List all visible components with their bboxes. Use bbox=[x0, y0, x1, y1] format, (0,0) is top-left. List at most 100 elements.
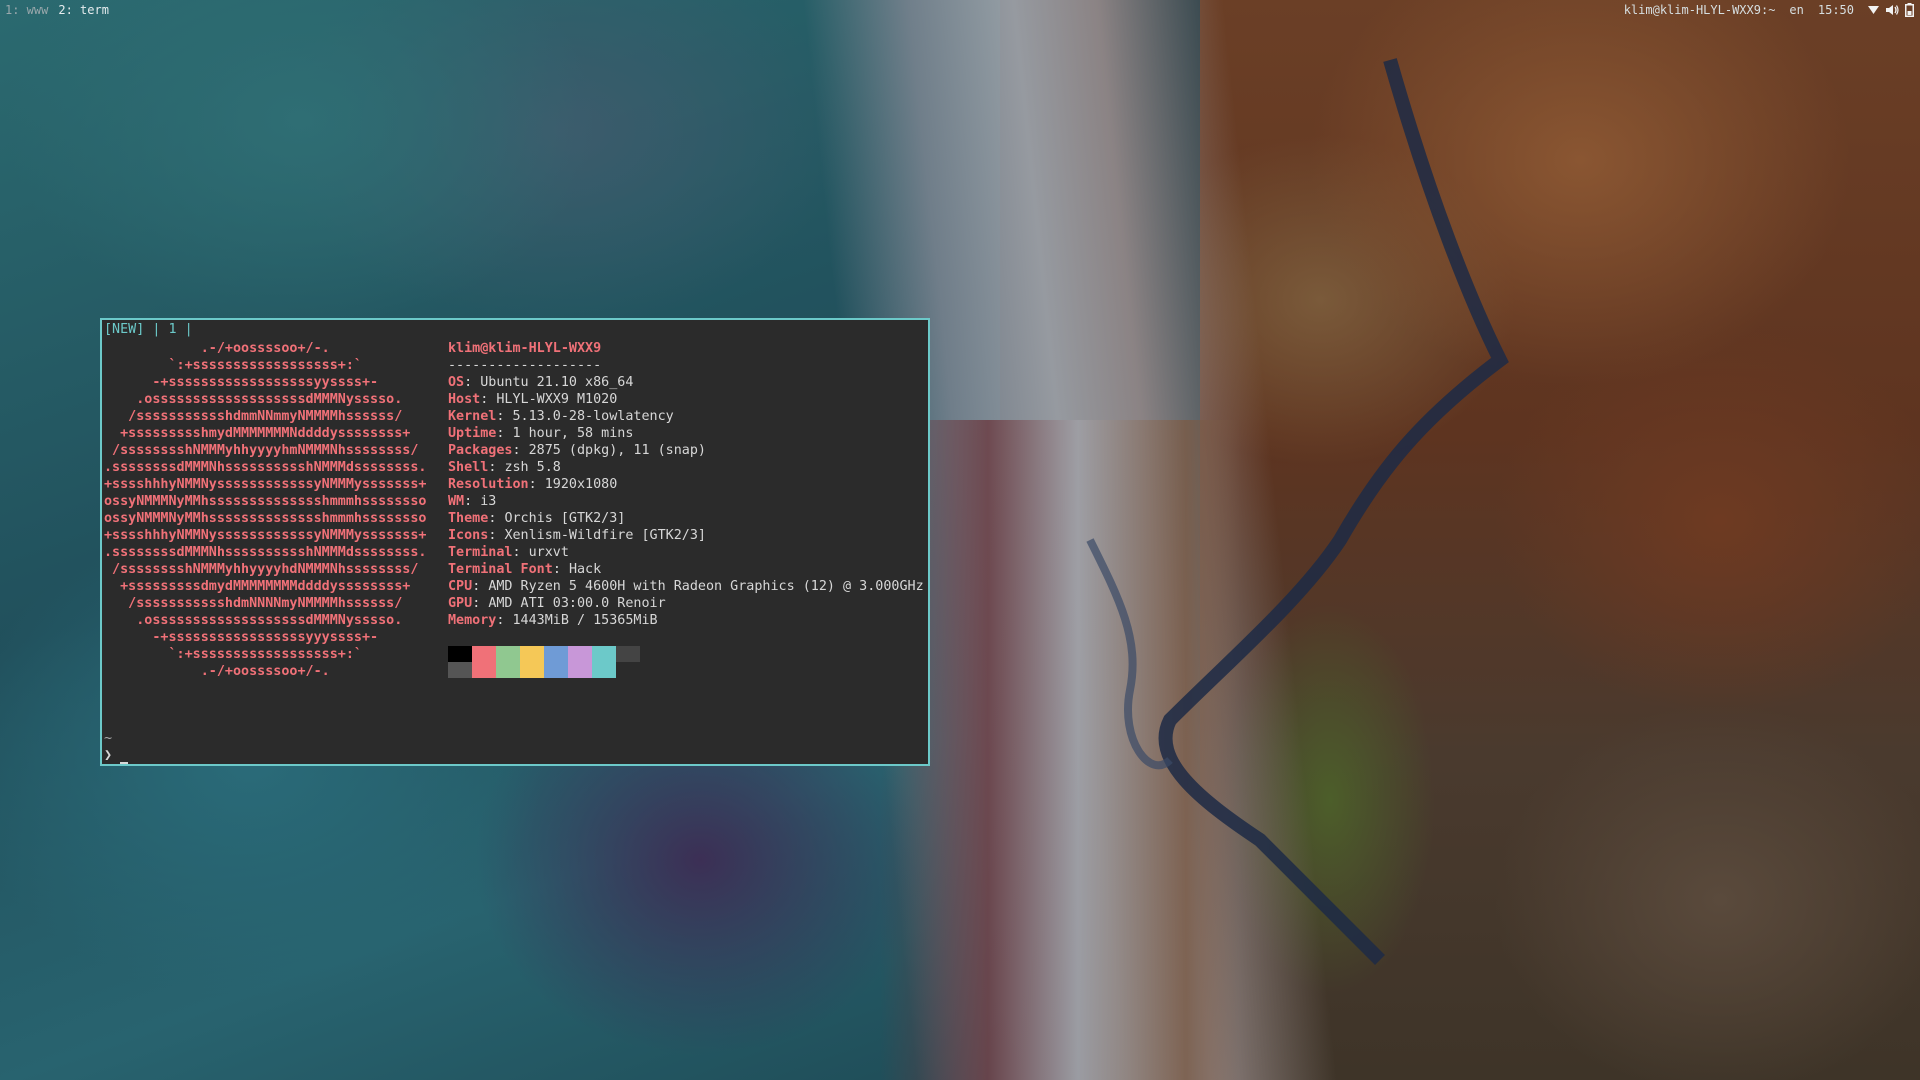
clock: 15:50 bbox=[1817, 3, 1854, 17]
info-row: Terminal: urxvt bbox=[448, 545, 569, 560]
info-row: Host: HLYL-WXX9 M1020 bbox=[448, 392, 618, 407]
palette-swatch bbox=[616, 646, 640, 662]
ascii-logo-line: /sssssssshNMMMyhhyyyyhmNMMMNhssssssss/ bbox=[104, 443, 419, 458]
keyboard-layout[interactable]: en bbox=[1789, 0, 1803, 20]
info-value: Ubuntu 21.10 x86_64 bbox=[480, 375, 634, 390]
userhost: klim@klim-HLYL-WXX9 bbox=[448, 341, 602, 356]
info-value: Hack bbox=[568, 562, 602, 577]
workspace-2[interactable]: 2: term bbox=[58, 0, 109, 20]
info-row: Resolution: 1920x1080 bbox=[448, 477, 618, 492]
info-key: CPU bbox=[448, 579, 473, 594]
i3-status-bar: 1: www 2: term klim@klim-HLYL-WXX9:~ en … bbox=[0, 0, 1920, 20]
shell-prompt[interactable]: ~ ❯ bbox=[104, 730, 129, 764]
ascii-logo-line: /ssssssssssshdmmNNmmyNMMMMhssssss/ bbox=[104, 409, 403, 424]
info-key: Uptime bbox=[448, 426, 497, 441]
info-value: 5.13.0-28-lowlatency bbox=[512, 409, 674, 424]
palette-swatch bbox=[496, 662, 520, 678]
info-key: Shell bbox=[448, 460, 489, 475]
info-value: 1 hour, 58 mins bbox=[512, 426, 634, 441]
ascii-logo-line: .osssssssssssssssssssdMMMNysssso. bbox=[104, 613, 403, 628]
text-cursor bbox=[120, 750, 129, 764]
info-key: GPU bbox=[448, 596, 473, 611]
ascii-logo-line: .osssssssssssssssssssdMMMNysssso. bbox=[104, 392, 403, 407]
palette-swatch bbox=[520, 662, 544, 678]
battery-icon[interactable] bbox=[1905, 3, 1914, 17]
info-row: Shell: zsh 5.8 bbox=[448, 460, 561, 475]
focused-window-title: klim@klim-HLYL-WXX9:~ bbox=[1623, 3, 1776, 17]
info-key: Terminal bbox=[448, 545, 513, 560]
palette-swatch bbox=[472, 646, 496, 662]
info-value: Xenlism-Wildfire [GTK2/3] bbox=[504, 528, 706, 543]
ascii-logo-line: `:+ssssssssssssssssss+:` bbox=[104, 647, 362, 662]
info-key: Packages bbox=[448, 443, 513, 458]
ascii-logo-line: ossyNMMMNyMMhsssssssssssssshmmmhssssssso bbox=[104, 511, 427, 526]
info-row: Icons: Xenlism-Wildfire [GTK2/3] bbox=[448, 528, 706, 543]
info-value: AMD Ryzen 5 4600H with Radeon Graphics (… bbox=[488, 579, 924, 594]
palette-swatch bbox=[616, 662, 640, 678]
info-row: Memory: 1443MiB / 15365MiB bbox=[448, 613, 658, 628]
palette-swatch bbox=[592, 662, 616, 678]
info-value: HLYL-WXX9 M1020 bbox=[496, 392, 618, 407]
color-palette bbox=[448, 646, 640, 678]
ascii-logo-line: +sssshhhyNMMNyssssssssssssyNMMMysssssss+ bbox=[104, 477, 427, 492]
ascii-logo-line: .-/+oossssoo+/-. bbox=[104, 341, 330, 356]
ascii-logo-line: -+sssssssssssssssssyyyssss+- bbox=[104, 630, 379, 645]
info-value: i3 bbox=[480, 494, 497, 509]
prompt-input-line[interactable]: ❯ bbox=[104, 747, 129, 764]
neofetch-info: klim@klim-HLYL-WXX9 ------------------- … bbox=[448, 340, 924, 629]
palette-swatch bbox=[568, 646, 592, 662]
info-separator: ------------------- bbox=[448, 358, 602, 373]
palette-swatch bbox=[472, 662, 496, 678]
info-value: 2875 (dpkg), 11 (snap) bbox=[528, 443, 706, 458]
palette-swatch bbox=[496, 646, 520, 662]
ascii-logo-line: -+ssssssssssssssssssyyssss+- bbox=[104, 375, 379, 390]
workspace-list: 1: www 2: term bbox=[5, 0, 109, 20]
terminal-tab-bar[interactable]: [NEW] | 1 | bbox=[104, 321, 193, 338]
palette-swatch bbox=[448, 662, 472, 678]
info-key: Resolution bbox=[448, 477, 529, 492]
info-row: GPU: AMD ATI 03:00.0 Renoir bbox=[448, 596, 666, 611]
info-key: Terminal Font bbox=[448, 562, 553, 577]
ascii-logo-line: ossyNMMMNyMMhsssssssssssssshmmmhssssssso bbox=[104, 494, 427, 509]
info-value: urxvt bbox=[528, 545, 569, 560]
info-row: CPU: AMD Ryzen 5 4600H with Radeon Graph… bbox=[448, 579, 924, 594]
palette-swatch bbox=[592, 646, 616, 662]
info-key: Theme bbox=[448, 511, 489, 526]
palette-swatch bbox=[544, 646, 568, 662]
info-key: Host bbox=[448, 392, 481, 407]
info-row: Packages: 2875 (dpkg), 11 (snap) bbox=[448, 443, 706, 458]
palette-swatch bbox=[520, 646, 544, 662]
info-key: Icons bbox=[448, 528, 489, 543]
info-value: 1443MiB / 15365MiB bbox=[512, 613, 658, 628]
prompt-directory: ~ bbox=[104, 731, 113, 746]
info-row: WM: i3 bbox=[448, 494, 497, 509]
info-value: 1920x1080 bbox=[544, 477, 618, 492]
ubuntu-ascii-logo: .-/+oossssoo+/-. `:+ssssssssssssssssss+:… bbox=[104, 340, 426, 680]
volume-icon[interactable] bbox=[1885, 4, 1899, 16]
info-value: zsh 5.8 bbox=[504, 460, 561, 475]
ascii-logo-line: `:+ssssssssssssssssss+:` bbox=[104, 358, 362, 373]
status-area: klim@klim-HLYL-WXX9:~ en 15:50 bbox=[1624, 0, 1914, 20]
info-value: AMD ATI 03:00.0 Renoir bbox=[488, 596, 666, 611]
ascii-logo-line: .ssssssssdMMMNhsssssssssshNMMMdssssssss. bbox=[104, 545, 427, 560]
palette-swatch bbox=[448, 646, 472, 662]
wifi-icon[interactable] bbox=[1868, 5, 1879, 15]
palette-swatch bbox=[544, 662, 568, 678]
ascii-logo-line: /sssssssshNMMMyhhyyyyhdNMMMNhssssssss/ bbox=[104, 562, 419, 577]
info-key: Memory bbox=[448, 613, 497, 628]
info-row: Theme: Orchis [GTK2/3] bbox=[448, 511, 626, 526]
ascii-logo-line: .ssssssssdMMMNhsssssssssshNMMMdssssssss. bbox=[104, 460, 427, 475]
info-key: OS bbox=[448, 375, 465, 390]
ascii-logo-line: +ssssssssshmydMMMMMMMNddddyssssssss+ bbox=[104, 426, 411, 441]
workspace-1[interactable]: 1: www bbox=[5, 0, 48, 20]
prompt-symbol: ❯ bbox=[104, 748, 113, 763]
ascii-logo-line: .-/+oossssoo+/-. bbox=[104, 664, 330, 679]
info-row: Kernel: 5.13.0-28-lowlatency bbox=[448, 409, 674, 424]
info-row: Terminal Font: Hack bbox=[448, 562, 602, 577]
info-row: OS: Ubuntu 21.10 x86_64 bbox=[448, 375, 634, 390]
urxvt-terminal-window[interactable]: [NEW] | 1 | .-/+oossssoo+/-. `:+ssssssss… bbox=[100, 318, 930, 766]
info-value: Orchis [GTK2/3] bbox=[504, 511, 626, 526]
info-key: Kernel bbox=[448, 409, 497, 424]
info-key: WM bbox=[448, 494, 465, 509]
ascii-logo-line: +sssshhhyNMMNyssssssssssssyNMMMysssssss+ bbox=[104, 528, 427, 543]
